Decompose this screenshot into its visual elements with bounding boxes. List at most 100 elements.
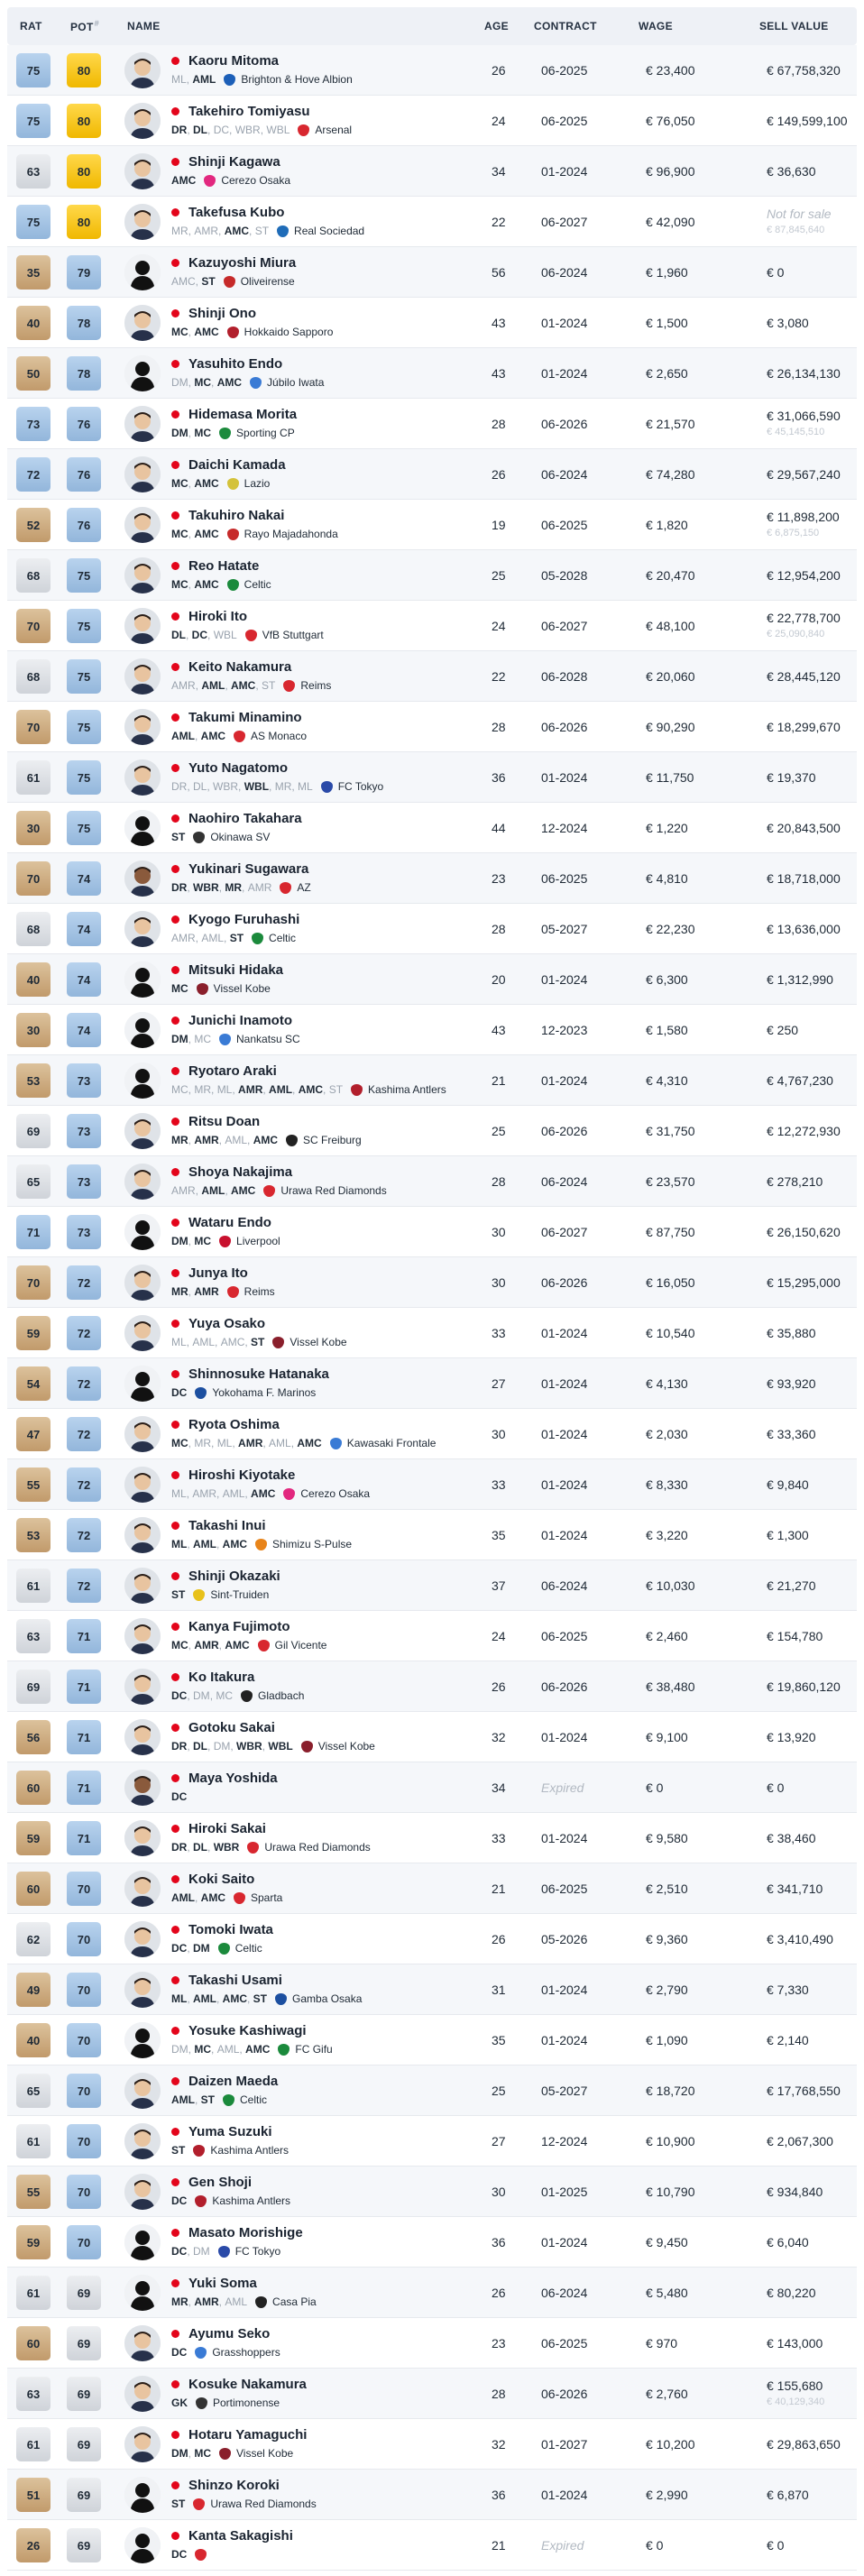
player-name[interactable]: Shinji Okazaki — [171, 1569, 280, 1584]
table-row[interactable]: 68 75 Reo Hatate MC, AMC Celtic 25 05-2028 € 20… — [7, 550, 857, 601]
club-name[interactable]: Urawa Red Diamonds — [280, 1184, 386, 1197]
table-row[interactable]: 75 80 Takefusa Kubo MR, AMR, AMC, ST Real So… — [7, 197, 857, 247]
player-name[interactable]: Koki Saito — [171, 1872, 254, 1887]
player-name[interactable]: Gotoku Sakai — [171, 1720, 275, 1735]
club-name[interactable]: AZ — [297, 881, 310, 894]
table-row[interactable]: 65 73 Shoya Nakajima AMR, AML, AMC Urawa Red… — [7, 1156, 857, 1207]
table-row[interactable]: 47 72 Ryota Oshima MC, MR, ML, AMR, AML, AM… — [7, 1409, 857, 1459]
player-name[interactable]: Masato Morishige — [171, 2225, 303, 2240]
club-name[interactable]: Sparta — [251, 1891, 282, 1904]
player-name[interactable]: Takehiro Tomiyasu — [171, 104, 309, 119]
player-name[interactable]: Wataru Endo — [171, 1215, 271, 1230]
table-row[interactable]: 40 78 Shinji Ono MC, AMC Hokkaido Sapporo 43 0… — [7, 298, 857, 348]
player-name[interactable]: Ritsu Doan — [171, 1114, 260, 1129]
player-name[interactable]: Kaoru Mitoma — [171, 53, 279, 69]
table-row[interactable]: 70 74 Yukinari Sugawara DR, WBR, MR, AMR AZ 2… — [7, 853, 857, 904]
table-row[interactable]: 63 69 Kosuke Nakamura GK Portimonense 28 06-20… — [7, 2369, 857, 2419]
table-row[interactable]: 61 69 Yuki Soma MR, AMR, AML Casa Pia 26 06-20… — [7, 2268, 857, 2318]
table-row[interactable]: 61 72 Shinji Okazaki ST Sint-Truiden 37 06-202… — [7, 1560, 857, 1611]
club-name[interactable]: Kawasaki Frontale — [347, 1437, 437, 1449]
club-name[interactable]: Gil Vicente — [275, 1639, 327, 1651]
club-name[interactable]: Reims — [244, 1285, 275, 1298]
table-row[interactable]: 75 80 Kaoru Mitoma ML, AML Brighton & Hove A… — [7, 45, 857, 96]
table-row[interactable]: 61 75 Yuto Nagatomo DR, DL, WBR, WBL, MR, M… — [7, 752, 857, 803]
table-row[interactable]: 51 69 Shinzo Koroki ST Urawa Red Diamonds 36 0… — [7, 2470, 857, 2520]
club-name[interactable]: Nankatsu SC — [236, 1033, 300, 1045]
table-row[interactable]: 68 74 Kyogo Furuhashi AMR, AML, ST Celtic 28 0… — [7, 904, 857, 954]
table-row[interactable]: 53 72 Takashi Inui ML, AML, AMC Shimizu S-Pu… — [7, 1510, 857, 1560]
player-name[interactable]: Takefusa Kubo — [171, 205, 284, 220]
club-name[interactable]: Sporting CP — [236, 427, 295, 439]
club-name[interactable]: AS Monaco — [251, 730, 307, 742]
club-name[interactable]: Portimonense — [213, 2397, 280, 2409]
player-name[interactable]: Hiroshi Kiyotake — [171, 1467, 295, 1483]
table-row[interactable]: 53 73 Ryotaro Araki MC, MR, ML, AMR, AML, A… — [7, 1055, 857, 1106]
club-name[interactable]: Okinawa SV — [210, 831, 270, 843]
table-row[interactable]: 62 70 Tomoki Iwata DC, DM Celtic 26 05-2026 € 9… — [7, 1914, 857, 1964]
table-row[interactable]: 70 72 Junya Ito MR, AMR Reims 30 06-2026 € 16,0… — [7, 1257, 857, 1308]
club-name[interactable]: Vissel Kobe — [290, 1336, 346, 1348]
table-row[interactable]: 63 71 Kanya Fujimoto MC, AMR, AMC Gil Vicent… — [7, 1611, 857, 1661]
table-row[interactable]: 72 76 Daichi Kamada MC, AMC Lazio 26 06-2024 € … — [7, 449, 857, 500]
table-row[interactable]: 30 75 Naohiro Takahara ST Okinawa SV 44 12-202… — [7, 803, 857, 853]
player-name[interactable]: Takashi Inui — [171, 1518, 266, 1533]
player-name[interactable]: Ryota Oshima — [171, 1417, 280, 1432]
col-rat[interactable]: RAT — [20, 20, 42, 32]
player-name[interactable]: Kazuyoshi Miura — [171, 255, 296, 271]
table-row[interactable]: 26 69 Kanta Sakagishi DC 21 Expired € 0 € 0 — [7, 2520, 857, 2571]
player-name[interactable]: Shinji Ono — [171, 306, 256, 321]
player-name[interactable]: Ryotaro Araki — [171, 1063, 277, 1079]
player-name[interactable]: Yuma Suzuki — [171, 2124, 272, 2139]
player-name[interactable]: Shoya Nakajima — [171, 1164, 292, 1180]
table-row[interactable]: 56 71 Gotoku Sakai DR, DL, DM, WBR, WBL Viss… — [7, 1712, 857, 1762]
club-name[interactable]: Kashima Antlers — [210, 2144, 289, 2157]
table-row[interactable]: 71 73 Wataru Endo DM, MC Liverpool 30 06-2027 €… — [7, 1207, 857, 1257]
club-name[interactable]: Yokohama F. Marinos — [212, 1386, 316, 1399]
club-name[interactable]: Oliveirense — [241, 275, 295, 288]
table-row[interactable]: 70 75 Hiroki Ito DL, DC, WBL VfB Stuttgart 24… — [7, 601, 857, 651]
table-row[interactable]: 69 71 Ko Itakura DC, DM, MC Gladbach 26 06-202… — [7, 1661, 857, 1712]
player-name[interactable]: Tomoki Iwata — [171, 1922, 273, 1937]
club-name[interactable]: Reims — [300, 679, 331, 692]
col-contract[interactable]: CONTRACT — [534, 20, 597, 32]
player-name[interactable]: Junya Ito — [171, 1265, 248, 1281]
table-row[interactable]: 55 72 Hiroshi Kiyotake ML, AMR, AML, AMC Cer… — [7, 1459, 857, 1510]
player-name[interactable]: Mitsuki Hidaka — [171, 962, 283, 978]
table-row[interactable]: 68 75 Keito Nakamura AMR, AML, AMC, ST Reims… — [7, 651, 857, 702]
club-name[interactable]: SC Freiburg — [303, 1134, 362, 1146]
col-age[interactable]: AGE — [484, 20, 509, 32]
club-name[interactable]: Kashima Antlers — [368, 1083, 446, 1096]
club-name[interactable]: Brighton & Hove Albion — [241, 73, 352, 86]
player-name[interactable]: Yosuke Kashiwagi — [171, 2023, 307, 2038]
player-name[interactable]: Takashi Usami — [171, 1973, 282, 1988]
player-name[interactable]: Shinji Kagawa — [171, 154, 280, 170]
player-name[interactable]: Yuto Nagatomo — [171, 760, 288, 776]
table-row[interactable]: 60 70 Koki Saito AML, AMC Sparta 21 06-2025 € 2… — [7, 1863, 857, 1914]
table-row[interactable]: 63 80 Shinji Kagawa AMC Cerezo Osaka 34 01-202… — [7, 146, 857, 197]
club-name[interactable]: Celtic — [269, 932, 296, 944]
club-name[interactable]: FC Tokyo — [338, 780, 383, 793]
table-row[interactable]: 65 70 Daizen Maeda AML, ST Celtic 25 05-2027 € … — [7, 2065, 857, 2116]
col-wage[interactable]: WAGE — [639, 20, 673, 32]
col-pot[interactable]: POT# — [70, 19, 99, 33]
player-name[interactable]: Maya Yoshida — [171, 1771, 278, 1786]
player-name[interactable]: Yuya Osako — [171, 1316, 265, 1331]
table-row[interactable]: 40 74 Mitsuki Hidaka MC Vissel Kobe 20 01-2024… — [7, 954, 857, 1005]
table-row[interactable]: 54 72 Shinnosuke Hatanaka DC Yokohama F. Mar… — [7, 1358, 857, 1409]
player-name[interactable]: Kanya Fujimoto — [171, 1619, 290, 1634]
player-name[interactable]: Gen Shoji — [171, 2175, 252, 2190]
table-row[interactable]: 59 71 Hiroki Sakai DR, DL, WBR Urawa Red Dia… — [7, 1813, 857, 1863]
club-name[interactable]: Urawa Red Diamonds — [210, 2498, 316, 2510]
player-name[interactable]: Shinnosuke Hatanaka — [171, 1366, 329, 1382]
table-row[interactable]: 35 79 Kazuyoshi Miura AMC, ST Oliveirense 56 0… — [7, 247, 857, 298]
club-name[interactable]: Vissel Kobe — [318, 1740, 375, 1753]
club-name[interactable]: Lazio — [244, 477, 271, 490]
table-row[interactable]: 40 70 Yosuke Kashiwagi DM, MC, AML, AMC FC G… — [7, 2015, 857, 2065]
player-name[interactable]: Takumi Minamino — [171, 710, 302, 725]
table-row[interactable]: 75 80 Takehiro Tomiyasu DR, DL, DC, WBR, WB… — [7, 96, 857, 146]
club-name[interactable]: VfB Stuttgart — [262, 629, 324, 641]
table-row[interactable]: 59 72 Yuya Osako ML, AML, AMC, ST Vissel Kob… — [7, 1308, 857, 1358]
player-name[interactable]: Kyogo Furuhashi — [171, 912, 299, 927]
player-name[interactable]: Ayumu Seko — [171, 2326, 270, 2341]
club-name[interactable]: Cerezo Osaka — [221, 174, 290, 187]
